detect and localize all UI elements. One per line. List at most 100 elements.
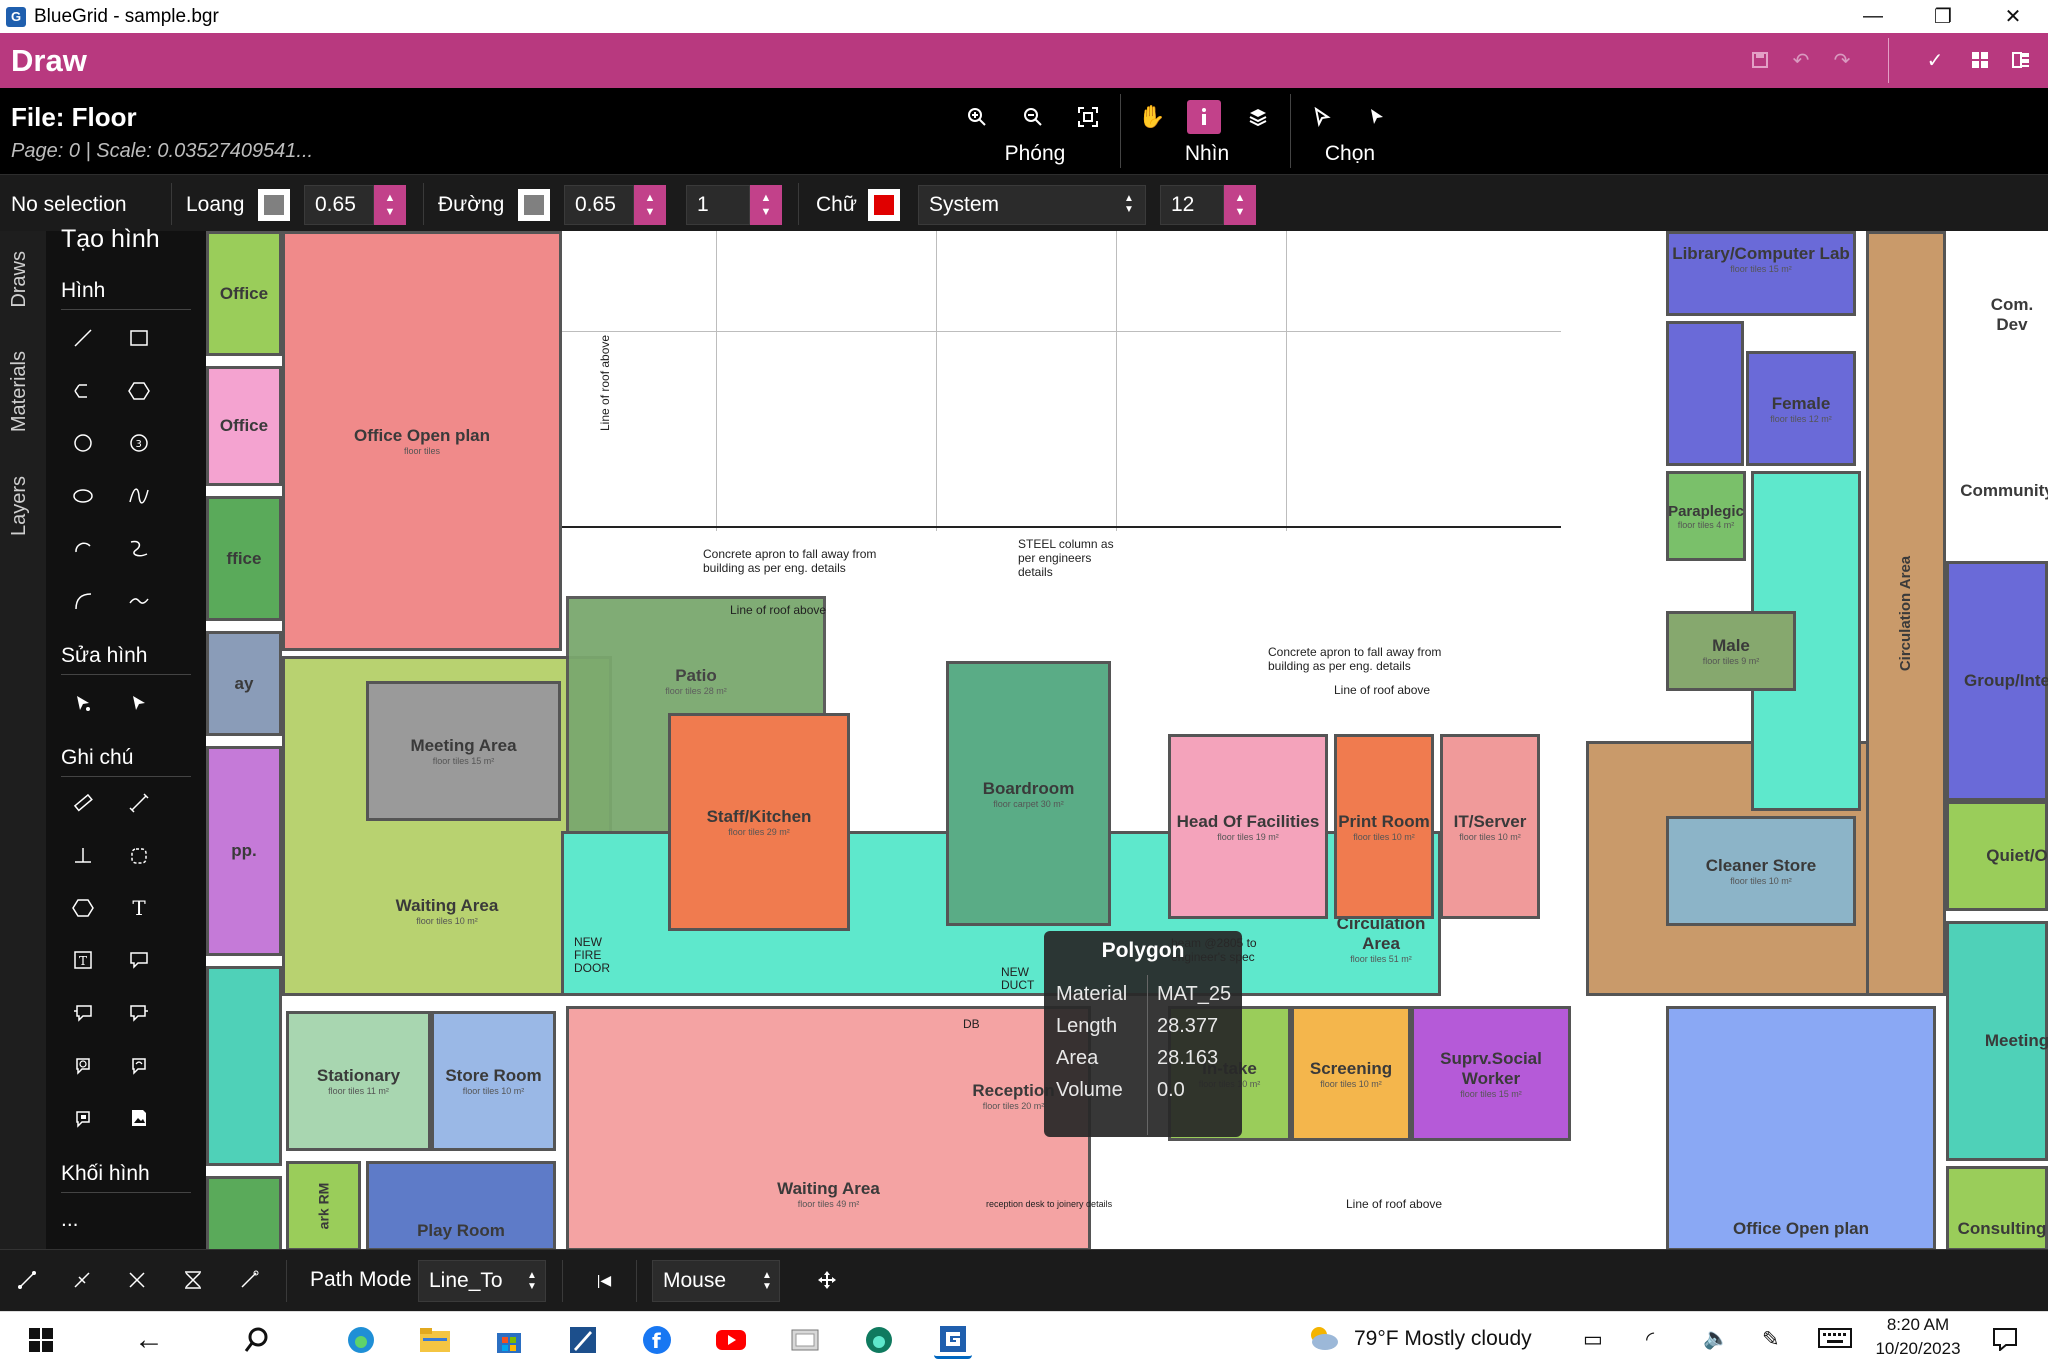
clock-time[interactable]: 8:20 AM xyxy=(1868,1315,1968,1335)
input-mode-select[interactable]: Mouse xyxy=(652,1260,780,1302)
rectangle-tool-icon[interactable] xyxy=(122,321,156,355)
select-arrow-icon[interactable] xyxy=(1360,100,1394,134)
arc-2-tool-icon[interactable] xyxy=(66,584,100,618)
room-office[interactable]: Office xyxy=(206,366,282,486)
minimize-button[interactable]: — xyxy=(1845,0,1901,33)
maximize-button[interactable]: ❐ xyxy=(1915,0,1971,33)
wifi-icon[interactable]: ◜ xyxy=(1646,1327,1654,1352)
tab-layers[interactable]: Layers xyxy=(8,476,31,536)
text-tool-icon[interactable]: T xyxy=(122,891,156,925)
cloud-note-icon[interactable] xyxy=(66,1048,100,1082)
segment-tool-icon[interactable] xyxy=(10,1263,44,1297)
windows-start-icon[interactable] xyxy=(22,1321,60,1359)
weather-cloud-icon[interactable] xyxy=(1305,1322,1341,1358)
ellipse-tool-icon[interactable] xyxy=(66,479,100,513)
circle-3point-tool-icon[interactable]: 3 xyxy=(122,426,156,460)
more-blocks[interactable]: ... xyxy=(61,1208,79,1232)
layers-icon[interactable] xyxy=(1241,100,1275,134)
stamp-note-icon[interactable] xyxy=(66,1101,100,1135)
cross-node-icon[interactable] xyxy=(120,1263,154,1297)
room-suprv-social-worker[interactable]: Suprv.Social Worker floor tiles 15 m² xyxy=(1411,1006,1571,1141)
room-it-server[interactable]: IT/Server floor tiles 10 m² xyxy=(1440,734,1540,919)
angle-measure-icon[interactable] xyxy=(66,839,100,873)
export-icon[interactable] xyxy=(2006,45,2036,75)
stroke-color-swatch[interactable] xyxy=(518,189,550,221)
clock-date[interactable]: 10/20/2023 xyxy=(1868,1339,1968,1359)
tab-draws[interactable]: Draws xyxy=(8,251,31,308)
edge-dev-icon[interactable] xyxy=(860,1321,898,1359)
store-icon[interactable] xyxy=(490,1321,528,1359)
image-note-icon[interactable] xyxy=(122,1101,156,1135)
room-head-of-facilities[interactable]: Head Of Facilities floor tiles 19 m² xyxy=(1168,734,1328,919)
drawing-app-icon[interactable] xyxy=(564,1321,602,1359)
info-icon[interactable] xyxy=(1187,100,1221,134)
stroke-width-input[interactable]: 1 xyxy=(686,185,750,225)
tab-materials[interactable]: Materials xyxy=(8,351,31,432)
spline-tool-icon[interactable] xyxy=(122,531,156,565)
screenshot-app-icon[interactable] xyxy=(786,1321,824,1359)
room-office[interactable]: ffice xyxy=(206,496,282,621)
font-size-input[interactable]: 12 xyxy=(1160,185,1224,225)
add-node-icon[interactable] xyxy=(65,1263,99,1297)
room-library-computer-lab[interactable]: Library/Computer Lab floor tiles 15 m² xyxy=(1666,231,1856,316)
zoom-in-icon[interactable] xyxy=(960,100,994,134)
wave-tool-icon[interactable] xyxy=(122,584,156,618)
room-group-inte[interactable]: Group/Inte xyxy=(1946,561,2048,801)
room-wc-stalls[interactable] xyxy=(1666,321,1744,466)
cloud-callout-icon[interactable] xyxy=(122,1048,156,1082)
bluegrid-app-icon[interactable] xyxy=(934,1321,972,1359)
zoom-out-icon[interactable] xyxy=(1016,100,1050,134)
fill-opacity-input[interactable]: 0.65 xyxy=(304,185,374,225)
room-unlabeled[interactable] xyxy=(206,966,282,1166)
edit-select-icon[interactable] xyxy=(122,686,156,720)
polyline-tool-icon[interactable] xyxy=(66,374,100,408)
room-paraplegic[interactable]: Paraplegic floor tiles 4 m² xyxy=(1666,471,1746,561)
check-icon[interactable]: ✓ xyxy=(1920,45,1950,75)
room-com-dev[interactable]: Com. Dev xyxy=(1946,231,2048,361)
room-consulting[interactable]: Consulting xyxy=(1946,1166,2048,1249)
weather-text[interactable]: 79°F Mostly cloudy xyxy=(1354,1327,1532,1351)
room-female[interactable]: Female floor tiles 12 m² xyxy=(1746,351,1856,466)
stroke-opacity-input[interactable]: 0.65 xyxy=(564,185,634,225)
back-arrow-icon[interactable]: ← xyxy=(130,1321,168,1359)
keyboard-icon[interactable] xyxy=(1818,1327,1852,1355)
fill-color-swatch[interactable] xyxy=(258,189,290,221)
arc-tool-icon[interactable] xyxy=(66,531,100,565)
room-app[interactable]: pp. xyxy=(206,746,282,956)
search-icon[interactable] xyxy=(238,1321,276,1359)
undo-icon[interactable]: ↶ xyxy=(1786,45,1816,75)
room-meeting[interactable]: Meeting xyxy=(1946,921,2048,1161)
room-unlabeled[interactable] xyxy=(206,1176,282,1249)
area-measure-icon[interactable] xyxy=(122,839,156,873)
circle-tool-icon[interactable] xyxy=(66,426,100,460)
measure-ruler-icon[interactable] xyxy=(66,786,100,820)
room-screening[interactable]: Screening floor tiles 10 m² xyxy=(1291,1006,1411,1141)
font-size-spinner[interactable]: ▲ ▼ xyxy=(1224,185,1256,225)
room-dark-rm[interactable]: ark RM xyxy=(286,1161,361,1249)
room-office-open-plan[interactable]: Office Open plan floor tiles xyxy=(282,231,562,651)
room-boardroom[interactable]: Boardroom floor carpet 30 m² xyxy=(946,661,1111,926)
room-office-open-plan-2[interactable]: Office Open plan xyxy=(1666,1006,1936,1249)
dimension-line-icon[interactable] xyxy=(122,786,156,820)
callout-right-icon[interactable] xyxy=(122,996,156,1030)
polygon-tool-icon[interactable] xyxy=(122,374,156,408)
callout-icon[interactable] xyxy=(122,943,156,977)
close-button[interactable]: ✕ xyxy=(1985,0,2041,33)
pen-icon[interactable]: ✎ xyxy=(1762,1327,1780,1352)
stroke-width-spinner[interactable]: ▲ ▼ xyxy=(750,185,782,225)
grid-icon[interactable] xyxy=(1965,45,1995,75)
room-office[interactable]: Office xyxy=(206,231,282,356)
line-tool-icon[interactable] xyxy=(66,321,100,355)
pan-hand-icon[interactable]: ✋ xyxy=(1135,100,1169,134)
youtube-icon[interactable] xyxy=(712,1321,750,1359)
fill-opacity-spinner[interactable]: ▲ ▼ xyxy=(374,185,406,225)
room-community[interactable]: Community xyxy=(1946,431,2048,551)
volume-icon[interactable]: 🔈 xyxy=(1703,1327,1729,1351)
file-explorer-icon[interactable] xyxy=(416,1321,454,1359)
select-outline-icon[interactable] xyxy=(1305,100,1339,134)
room-print-room[interactable]: Print Room floor tiles 10 m² xyxy=(1334,734,1434,919)
room-play-room[interactable]: Play Room xyxy=(366,1161,556,1249)
save-icon[interactable] xyxy=(1745,45,1775,75)
edit-node-icon[interactable] xyxy=(66,686,100,720)
facebook-icon[interactable]: f xyxy=(638,1321,676,1359)
